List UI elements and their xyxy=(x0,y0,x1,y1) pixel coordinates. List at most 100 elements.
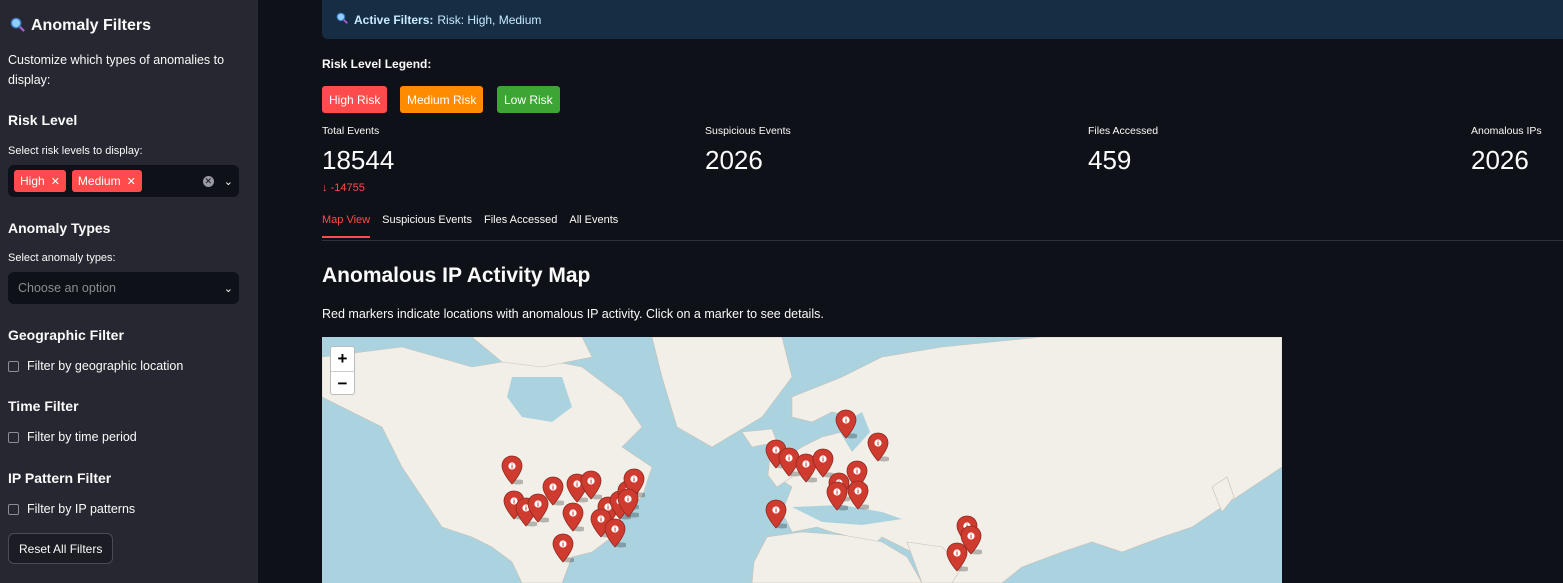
metric-value: 2026 xyxy=(1471,145,1529,175)
ip-filter-checkbox-label: Filter by IP patterns xyxy=(27,502,136,516)
geo-filter-heading: Geographic Filter xyxy=(8,327,124,343)
map-marker-icon[interactable]: i xyxy=(847,480,871,510)
svg-text:i: i xyxy=(845,418,847,425)
anomaly-types-heading: Anomaly Types xyxy=(8,220,111,236)
legend-high-risk: High Risk xyxy=(322,86,388,113)
tab-map-view[interactable]: Map View xyxy=(322,214,371,238)
map-marker-icon[interactable]: i xyxy=(527,493,551,523)
anomaly-types-placeholder: Choose an option xyxy=(18,281,116,295)
metric-anomalous-ips: Anomalous IPs 2026 xyxy=(1471,125,1542,176)
map-marker-icon[interactable]: i xyxy=(835,409,859,439)
zoom-out-button[interactable]: − xyxy=(331,372,354,396)
metric-label: Suspicious Events xyxy=(705,125,791,137)
active-filters-banner: Active Filters: Risk: High, Medium xyxy=(322,0,1563,39)
active-filters-value: Risk: High, Medium xyxy=(437,12,542,27)
ip-filter-checkbox[interactable] xyxy=(8,503,19,515)
arrow-down-icon: ↓ xyxy=(322,182,328,194)
metric-value: 18544 xyxy=(322,145,395,175)
metric-label: Anomalous IPs xyxy=(1471,125,1542,137)
svg-text:i: i xyxy=(877,441,879,448)
svg-text:i: i xyxy=(775,508,777,515)
svg-text:i: i xyxy=(572,511,574,518)
svg-text:i: i xyxy=(511,464,513,471)
svg-text:i: i xyxy=(562,542,564,549)
time-filter-checkbox-label: Filter by time period xyxy=(27,430,137,444)
ip-filter-checkbox-row[interactable]: Filter by IP patterns xyxy=(8,502,135,516)
map-title: Anomalous IP Activity Map xyxy=(322,264,591,287)
map-description: Red markers indicate locations with anom… xyxy=(322,307,824,321)
metric-delta-value: -14755 xyxy=(330,182,365,194)
metric-files-accessed: Files Accessed 459 xyxy=(1088,125,1158,176)
tag-medium[interactable]: Medium ✕ xyxy=(71,170,142,192)
chevron-down-icon[interactable]: ⌄ xyxy=(224,282,233,295)
svg-text:i: i xyxy=(590,479,592,486)
sidebar-title: Anomaly Filters xyxy=(10,17,151,35)
metric-label: Total Events xyxy=(322,125,380,137)
zoom-in-button[interactable]: + xyxy=(331,347,354,372)
map-marker-icon[interactable]: i xyxy=(826,481,850,511)
metric-value: 2026 xyxy=(705,145,763,175)
svg-text:i: i xyxy=(600,517,602,524)
map-marker-icon[interactable]: i xyxy=(946,542,970,572)
tab-all-events[interactable]: All Events xyxy=(569,214,618,238)
svg-text:i: i xyxy=(956,551,958,558)
remove-icon[interactable]: ✕ xyxy=(51,175,60,188)
sidebar-title-text: Anomaly Filters xyxy=(31,17,152,34)
time-filter-checkbox-row[interactable]: Filter by time period xyxy=(8,430,137,444)
anomaly-types-select[interactable]: Choose an option ⌄ xyxy=(8,272,239,304)
map-marker-icon[interactable]: i xyxy=(552,533,576,563)
chevron-down-icon[interactable]: ⌄ xyxy=(224,175,233,188)
map-marker-icon[interactable]: i xyxy=(562,502,586,532)
magnifier-icon xyxy=(10,17,25,35)
sidebar: Anomaly Filters Customize which types of… xyxy=(0,0,258,583)
geo-filter-checkbox-label: Filter by geographic location xyxy=(27,359,184,373)
metric-delta: ↓ -14755 xyxy=(322,182,394,194)
svg-text:i: i xyxy=(775,448,777,455)
remove-icon[interactable]: ✕ xyxy=(127,175,136,188)
geo-filter-checkbox[interactable] xyxy=(8,360,19,372)
ip-filter-heading: IP Pattern Filter xyxy=(8,470,112,486)
tab-divider xyxy=(322,240,1563,241)
geo-filter-checkbox-row[interactable]: Filter by geographic location xyxy=(8,359,183,373)
metric-suspicious-events: Suspicious Events 2026 xyxy=(705,125,791,176)
tab-suspicious-events[interactable]: Suspicious Events xyxy=(382,214,472,238)
reset-filters-button[interactable]: Reset All Filters xyxy=(8,533,114,564)
time-filter-heading: Time Filter xyxy=(8,398,79,414)
map-marker-icon[interactable]: i xyxy=(604,518,628,548)
legend-medium-risk: Medium Risk xyxy=(400,86,484,113)
map-marker-icon[interactable]: i xyxy=(617,488,641,518)
svg-text:i: i xyxy=(576,482,578,489)
svg-text:i: i xyxy=(857,489,859,496)
tag-high-label: High xyxy=(20,174,45,188)
tag-medium-label: Medium xyxy=(77,174,121,188)
tag-high[interactable]: High ✕ xyxy=(14,170,66,192)
tab-files-accessed[interactable]: Files Accessed xyxy=(484,214,557,238)
metric-value: 459 xyxy=(1088,145,1132,175)
svg-text:i: i xyxy=(633,477,635,484)
tab-bar: Map View Suspicious Events Files Accesse… xyxy=(322,214,618,238)
svg-text:i: i xyxy=(822,457,824,464)
sidebar-description: Customize which types of anomalies to di… xyxy=(8,53,225,87)
map-marker-icon[interactable]: i xyxy=(867,432,891,462)
metric-label: Files Accessed xyxy=(1088,125,1159,137)
legend-low-risk: Low Risk xyxy=(497,86,560,113)
magnifier-icon xyxy=(336,12,348,27)
svg-text:i: i xyxy=(537,502,539,509)
risk-level-multiselect[interactable]: High ✕ Medium ✕ ✕ ⌄ xyxy=(8,165,239,197)
clear-icon[interactable]: ✕ xyxy=(202,175,214,187)
metric-total-events: Total Events 18544 ↓ -14755 xyxy=(322,125,394,194)
map-zoom-control: + − xyxy=(330,346,355,395)
map-marker-icon[interactable]: i xyxy=(501,455,525,485)
svg-text:i: i xyxy=(836,490,838,497)
svg-text:i: i xyxy=(970,534,972,541)
svg-text:i: i xyxy=(614,527,616,534)
active-filters-label: Active Filters: xyxy=(354,12,434,27)
svg-text:i: i xyxy=(627,497,629,504)
time-filter-checkbox[interactable] xyxy=(8,431,19,443)
legend-label: Risk Level Legend: xyxy=(322,57,432,71)
map-marker-icon[interactable]: i xyxy=(765,499,789,529)
svg-text:i: i xyxy=(552,485,554,492)
risk-level-heading: Risk Level xyxy=(8,112,78,128)
anomaly-types-label: Select anomaly types: xyxy=(8,252,116,264)
svg-text:i: i xyxy=(788,456,790,463)
